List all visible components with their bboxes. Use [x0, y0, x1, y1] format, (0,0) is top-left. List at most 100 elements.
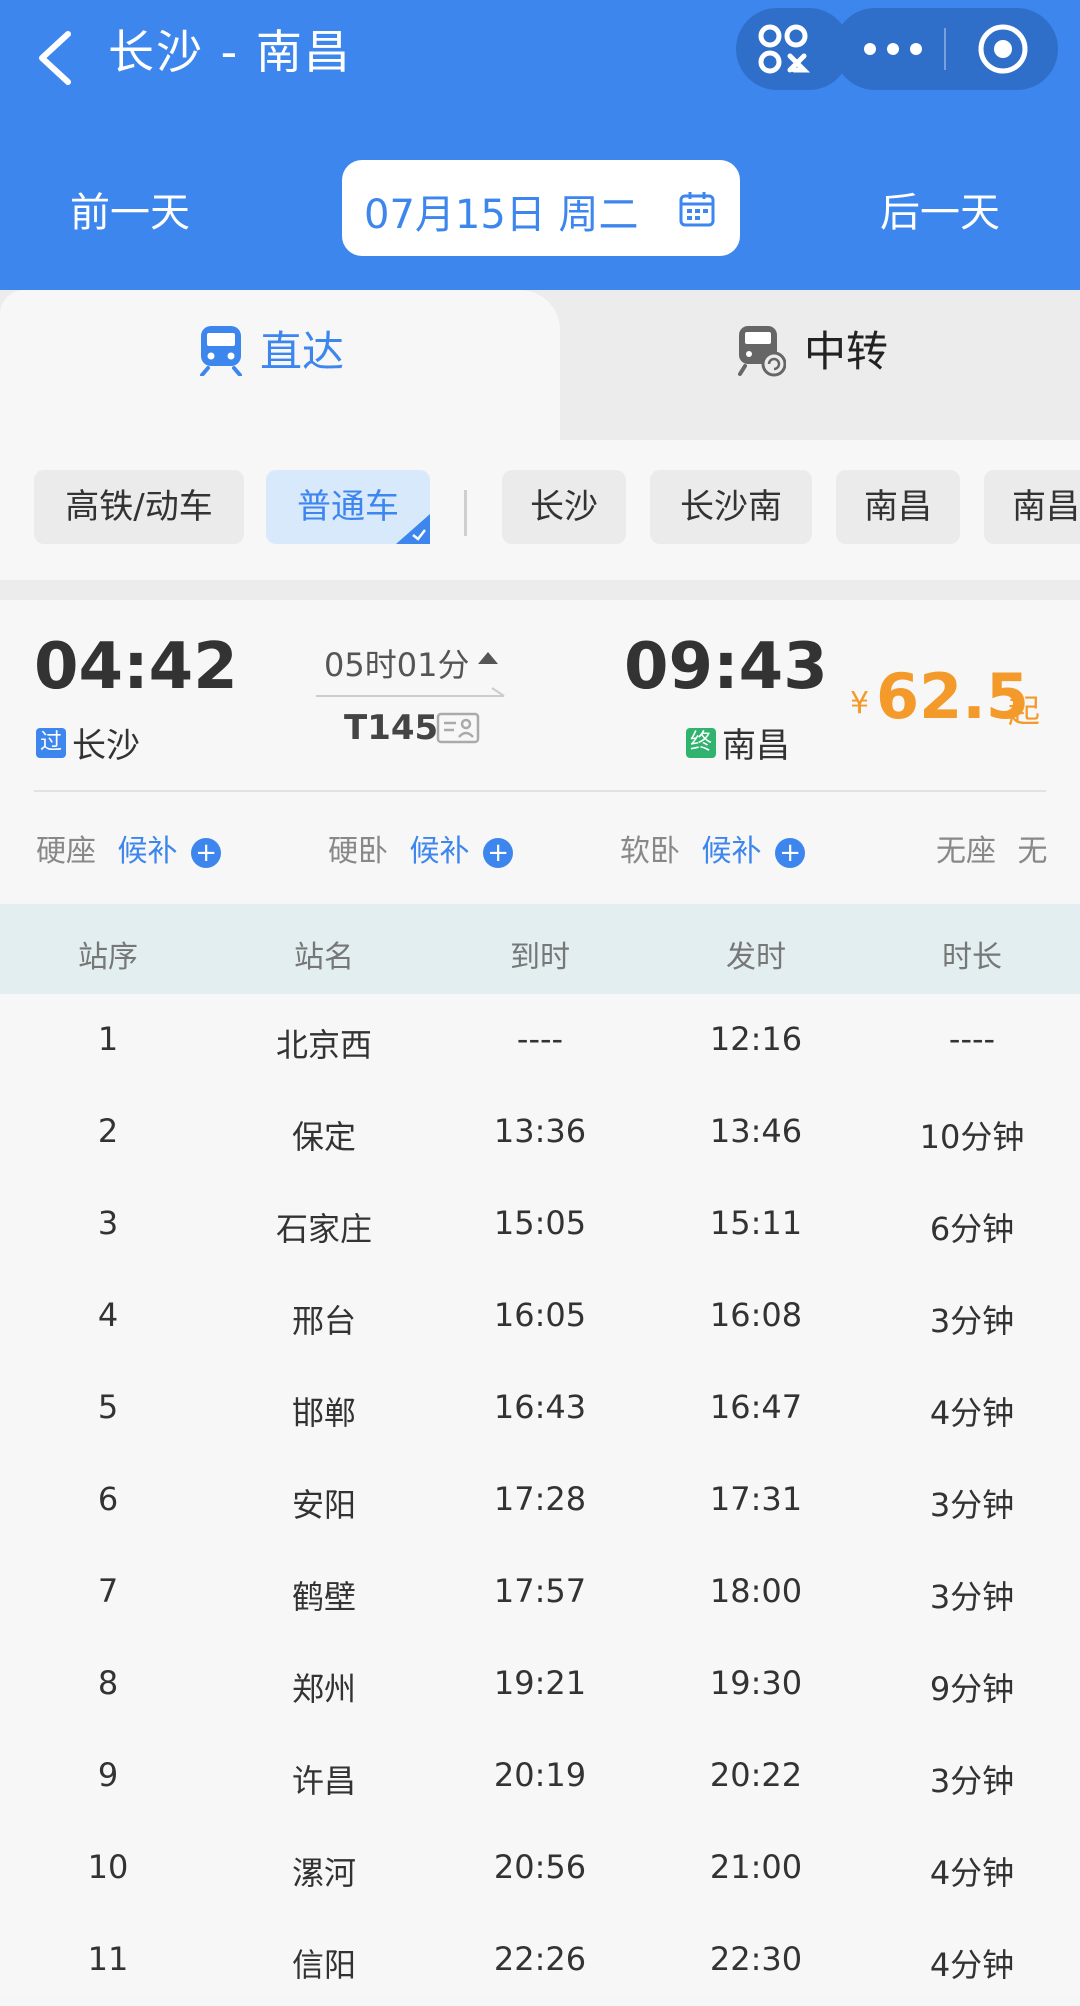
stop-arrive: ----: [516, 1020, 564, 1058]
table-row: 6 安阳 17:28 17:31 3分钟: [0, 1454, 1080, 1546]
stop-duration: 6分钟: [929, 1210, 1015, 1248]
chevron-left-icon: [39, 31, 71, 85]
stop-duration: 4分钟: [929, 1854, 1015, 1892]
stop-duration: 3分钟: [929, 1762, 1015, 1800]
stop-station: 漯河: [291, 1854, 356, 1892]
stop-order: 5: [97, 1388, 119, 1426]
header-bar: 长沙 - 南昌 前一天 07月15日 周二 后一天: [0, 0, 1080, 320]
depart-station: 长沙: [72, 726, 140, 766]
stop-order: 8: [97, 1664, 119, 1702]
check-corner-icon: [396, 514, 430, 544]
stop-depart: 19:30: [709, 1664, 803, 1702]
stop-depart: 13:46: [709, 1112, 803, 1150]
next-day-button[interactable]: 后一天: [880, 180, 1000, 238]
filter-station-nanchang-2[interactable]: 南昌: [984, 470, 1080, 544]
seat-status: 候补: [701, 834, 762, 869]
stop-order: 10: [87, 1848, 129, 1886]
stop-depart: 21:00: [709, 1848, 803, 1886]
seat-type: 硬座: [36, 834, 96, 869]
stop-depart: 16:47: [709, 1388, 803, 1426]
triangle-up-icon[interactable]: [476, 650, 500, 666]
stop-duration: ----: [948, 1020, 996, 1058]
ticket-price: 62.5: [876, 660, 1029, 733]
col-header-order: 站序: [78, 940, 138, 975]
arrive-station: 南昌: [722, 726, 790, 766]
col-header-stop-duration: 时长: [942, 940, 1002, 975]
stop-depart: 20:22: [709, 1756, 803, 1794]
stop-order: 6: [97, 1480, 119, 1518]
tab-direct-label: 直达: [260, 327, 345, 376]
pass-badge: 过: [36, 728, 66, 758]
stop-arrive: 17:28: [493, 1480, 587, 1518]
filter-regular-train[interactable]: 普通车: [266, 470, 430, 544]
page-title: 长沙 - 南昌: [108, 25, 352, 79]
filter-station-changshanan[interactable]: 长沙南: [650, 470, 812, 544]
stop-depart: 17:31: [709, 1480, 803, 1518]
col-header-arrive: 到时: [510, 940, 570, 975]
train-card[interactable]: 04:42 过 长沙 05时01分 T145 09:43 终 南昌 ¥ 62.5…: [0, 600, 1080, 900]
stop-station: 邯郸: [291, 1394, 356, 1432]
stop-station: 邢台: [291, 1302, 356, 1340]
stop-arrive: 16:43: [493, 1388, 587, 1426]
col-header-station: 站名: [294, 940, 354, 975]
stop-depart: 18:00: [709, 1572, 803, 1610]
back-button[interactable]: [30, 20, 90, 90]
stop-order: 11: [87, 1940, 129, 1978]
seat-type: 硬卧: [328, 834, 388, 869]
train-number: T145: [344, 708, 439, 748]
filter-station-nanchang[interactable]: 南昌: [836, 470, 960, 544]
prev-day-button[interactable]: 前一天: [70, 180, 190, 238]
stop-order: 7: [97, 1572, 119, 1610]
stop-depart: 12:16: [709, 1020, 803, 1058]
table-row: 7 鹤壁 17:57 18:00 3分钟: [0, 1546, 1080, 1638]
stop-duration: 3分钟: [929, 1486, 1015, 1524]
stop-arrive: 13:36: [493, 1112, 587, 1150]
table-row: 8 郑州 19:21 19:30 9分钟: [0, 1638, 1080, 1730]
filter-divider: [464, 490, 467, 536]
stop-arrive: 20:56: [493, 1848, 587, 1886]
stop-station: 郑州: [291, 1670, 356, 1708]
seat-type: 软卧: [620, 834, 680, 869]
seat-hard-sleeper[interactable]: 硬卧 候补 +: [328, 826, 514, 870]
plus-icon: +: [483, 837, 514, 868]
stop-duration: 4分钟: [929, 1946, 1015, 1984]
stop-station: 保定: [291, 1118, 356, 1156]
stop-station: 许昌: [291, 1762, 356, 1800]
table-row: 11 信阳 22:26 22:30 4分钟: [0, 1914, 1080, 2006]
filter-station-changsha[interactable]: 长沙: [502, 470, 626, 544]
stop-station: 北京西: [275, 1026, 372, 1064]
seat-no-seat: 无座 无: [936, 826, 1048, 870]
scan-icon: [758, 24, 811, 74]
capsule-divider: [944, 28, 946, 70]
timetable-body: 1 北京西 ---- 12:16 ---- 2 保定 13:36 13:46 10分钟 3 石家庄 15…: [0, 994, 1080, 1997]
train-transfer-icon: [738, 326, 786, 377]
seat-hard-seat[interactable]: 硬座 候补 +: [36, 826, 222, 870]
more-dots-icon: [864, 43, 922, 55]
seat-soft-sleeper[interactable]: 软卧 候补 +: [620, 826, 806, 870]
stop-duration: 3分钟: [929, 1578, 1015, 1616]
timetable-header: 站序 站名 到时 发时 时长: [0, 904, 1080, 994]
seat-type: 无座: [936, 834, 996, 869]
tab-direct[interactable]: 直达: [0, 290, 560, 440]
selected-date: 07月15日 周二: [364, 192, 639, 238]
stop-order: 1: [97, 1020, 119, 1058]
route-tabs: 直达 中转: [0, 290, 1080, 440]
stop-arrive: 20:19: [493, 1756, 587, 1794]
date-picker[interactable]: 07月15日 周二: [342, 160, 740, 256]
stop-duration: 3分钟: [929, 1302, 1015, 1340]
train-icon: [200, 326, 242, 376]
stop-depart: 15:11: [709, 1204, 803, 1242]
filter-regular-train-label: 普通车: [297, 487, 399, 527]
depart-time: 04:42: [34, 630, 238, 704]
stop-arrive: 17:57: [493, 1572, 587, 1610]
filter-high-speed[interactable]: 高铁/动车: [34, 470, 244, 544]
scan-button[interactable]: [736, 8, 850, 90]
table-row: 1 北京西 ---- 12:16 ----: [0, 994, 1080, 1086]
price-suffix: 起: [1008, 692, 1041, 730]
arrive-time: 09:43: [624, 630, 828, 704]
card-divider: [34, 790, 1046, 792]
more-button[interactable]: [858, 28, 928, 70]
stop-arrive: 22:26: [493, 1940, 587, 1978]
table-row: 4 邢台 16:05 16:08 3分钟: [0, 1270, 1080, 1362]
close-miniapp-button[interactable]: [976, 22, 1030, 76]
